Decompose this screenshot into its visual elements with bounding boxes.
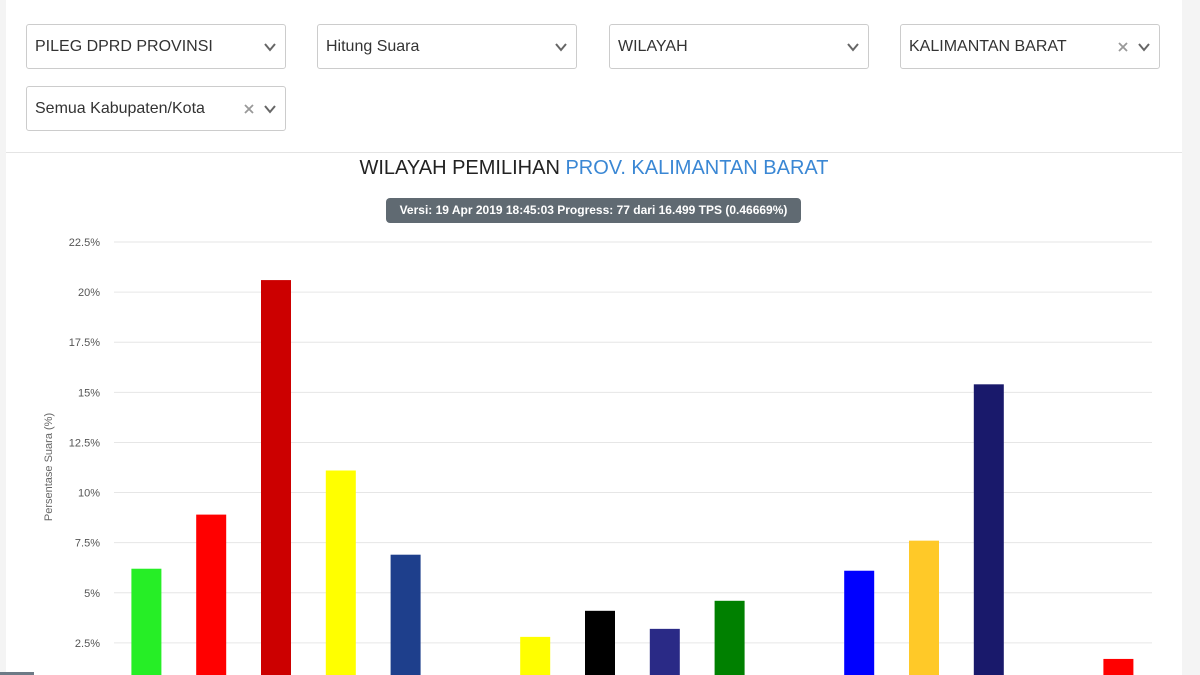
province-select[interactable]: KALIMANTAN BARAT: [900, 24, 1160, 69]
chevron-down-icon: [847, 43, 859, 52]
y-tick-label: 10%: [78, 488, 100, 500]
regency-select[interactable]: Semua Kabupaten/Kota: [26, 86, 286, 131]
bar-13[interactable]: [909, 540, 939, 675]
y-tick-label: 15%: [78, 387, 100, 399]
chevron-down-icon: [264, 43, 276, 52]
chevron-down-icon: [264, 105, 276, 114]
y-tick-label: 12.5%: [69, 437, 100, 449]
bar-2[interactable]: [196, 514, 227, 675]
election-type-value: PILEG DPRD PROVINSI: [35, 38, 213, 55]
chevron-down-icon: [555, 43, 567, 52]
regency-value: Semua Kabupaten/Kota: [35, 100, 205, 117]
y-tick-label: 7.5%: [75, 538, 100, 550]
y-tick-label: 2.5%: [75, 638, 100, 650]
filter-panel: PILEG DPRD PROVINSI Hitung Suara WILAYAH…: [6, 0, 1182, 153]
y-axis-title: Persentase Suara (%): [43, 413, 55, 521]
province-value: KALIMANTAN BARAT: [909, 38, 1067, 55]
bar-5[interactable]: [390, 554, 421, 675]
mode-select[interactable]: Hitung Suara: [317, 24, 577, 69]
bar-chart: 2.5% 5% 7.5% 10% 12.5% 15% 17.5% 20% 22.5% Perse…: [43, 237, 1152, 675]
clear-icon[interactable]: [1117, 41, 1129, 53]
bar-7[interactable]: [520, 636, 551, 675]
chevron-down-icon: [1138, 43, 1150, 52]
bar-10[interactable]: [714, 600, 745, 675]
y-tick-label: 22.5%: [69, 237, 100, 249]
mode-value: Hitung Suara: [326, 38, 420, 55]
bar-3[interactable]: [261, 280, 291, 675]
y-tick-label: 5%: [84, 588, 100, 600]
bar-14[interactable]: [973, 384, 1004, 675]
bar-4[interactable]: [325, 470, 356, 675]
level-select[interactable]: WILAYAH: [609, 24, 869, 69]
y-tick-label: 20%: [78, 287, 100, 299]
chart-panel: WILAYAH PEMILIHAN PROV. KALIMANTAN BARAT…: [6, 153, 1182, 675]
level-value: WILAYAH: [618, 38, 688, 55]
bar-12[interactable]: [844, 570, 875, 675]
bar-8[interactable]: [585, 610, 615, 675]
bar-16[interactable]: [1103, 658, 1134, 675]
clear-icon[interactable]: [243, 103, 255, 115]
y-axis-ticks: 2.5% 5% 7.5% 10% 12.5% 15% 17.5% 20% 22.5%: [69, 237, 100, 650]
bar-9[interactable]: [649, 628, 680, 675]
bars: [131, 280, 1134, 675]
bar-1[interactable]: [131, 568, 162, 675]
election-type-select[interactable]: PILEG DPRD PROVINSI: [26, 24, 286, 69]
y-tick-label: 17.5%: [69, 337, 100, 349]
